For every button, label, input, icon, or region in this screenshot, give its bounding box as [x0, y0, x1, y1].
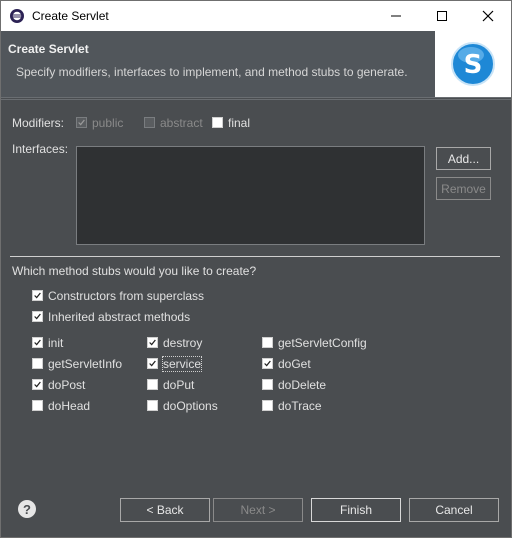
- banner-divider: [1, 99, 511, 100]
- dodelete-checkbox[interactable]: [262, 379, 273, 390]
- banner-description: Specify modifiers, interfaces to impleme…: [16, 65, 408, 79]
- help-icon[interactable]: ?: [18, 500, 36, 518]
- constructors-checkbox[interactable]: [32, 290, 43, 301]
- window-title: Create Servlet: [32, 9, 109, 23]
- servlet-s-icon: S: [451, 42, 495, 86]
- init-checkbox[interactable]: [32, 337, 43, 348]
- remove-interface-button: Remove: [436, 177, 491, 200]
- close-icon: [482, 10, 494, 22]
- dohead-label[interactable]: doHead: [48, 399, 90, 413]
- final-label[interactable]: final: [228, 116, 250, 130]
- title-bar: Create Servlet: [1, 1, 511, 31]
- service-checkbox[interactable]: [147, 358, 158, 369]
- doget-checkbox[interactable]: [262, 358, 273, 369]
- init-label[interactable]: init: [48, 336, 63, 350]
- modifiers-label: Modifiers:: [12, 116, 65, 130]
- dotrace-checkbox[interactable]: [262, 400, 273, 411]
- wizard-banner: Create Servlet Specify modifiers, interf…: [1, 31, 511, 98]
- getservletconfig-label[interactable]: getServletConfig: [278, 336, 367, 350]
- destroy-checkbox[interactable]: [147, 337, 158, 348]
- next-button: Next >: [213, 498, 303, 522]
- dotrace-label[interactable]: doTrace: [278, 399, 322, 413]
- inherited-checkbox[interactable]: [32, 311, 43, 322]
- maximize-button[interactable]: [419, 1, 465, 31]
- public-checkbox: [76, 117, 87, 128]
- add-interface-button[interactable]: Add...: [436, 147, 491, 170]
- getservletinfo-checkbox[interactable]: [32, 358, 43, 369]
- dodelete-label[interactable]: doDelete: [278, 378, 326, 392]
- svg-text:S: S: [464, 50, 483, 80]
- servlet-logo: S: [435, 31, 511, 97]
- method-stubs-question: Which method stubs would you like to cre…: [12, 264, 257, 278]
- finish-button[interactable]: Finish: [311, 498, 401, 522]
- eclipse-app-icon: [10, 9, 24, 23]
- service-label[interactable]: service: [161, 356, 203, 372]
- banner-title: Create Servlet: [8, 42, 89, 56]
- abstract-checkbox: [144, 117, 155, 128]
- back-button[interactable]: < Back: [120, 498, 210, 522]
- doget-label[interactable]: doGet: [278, 357, 311, 371]
- minimize-icon: [391, 15, 401, 17]
- getservletinfo-label[interactable]: getServletInfo: [48, 357, 122, 371]
- dooptions-checkbox[interactable]: [147, 400, 158, 411]
- doput-label[interactable]: doPut: [163, 378, 194, 392]
- doput-checkbox[interactable]: [147, 379, 158, 390]
- dopost-label[interactable]: doPost: [48, 378, 85, 392]
- getservletconfig-checkbox[interactable]: [262, 337, 273, 348]
- cancel-button[interactable]: Cancel: [409, 498, 499, 522]
- abstract-label: abstract: [160, 116, 203, 130]
- dopost-checkbox[interactable]: [32, 379, 43, 390]
- final-checkbox[interactable]: [212, 117, 223, 128]
- dohead-checkbox[interactable]: [32, 400, 43, 411]
- constructors-label[interactable]: Constructors from superclass: [48, 289, 204, 303]
- maximize-icon: [437, 11, 447, 21]
- minimize-button[interactable]: [373, 1, 419, 31]
- interfaces-label: Interfaces:: [12, 142, 69, 156]
- destroy-label[interactable]: destroy: [163, 336, 202, 350]
- close-button[interactable]: [465, 1, 511, 31]
- inherited-label[interactable]: Inherited abstract methods: [48, 310, 190, 324]
- public-label: public: [92, 116, 124, 130]
- interfaces-list[interactable]: [76, 146, 425, 245]
- section-separator: [10, 256, 500, 257]
- dooptions-label[interactable]: doOptions: [163, 399, 218, 413]
- create-servlet-dialog: Create Servlet Create Servlet Specify mo…: [0, 0, 512, 538]
